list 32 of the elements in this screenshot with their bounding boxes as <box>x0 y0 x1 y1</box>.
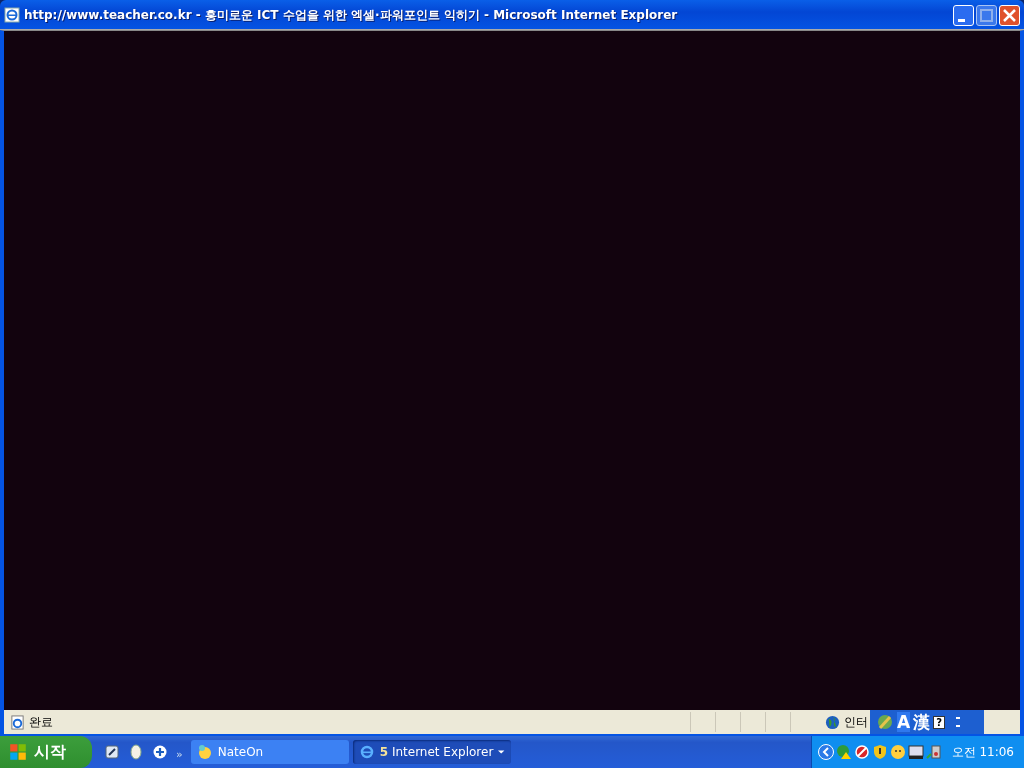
hanja-button[interactable]: 漢 <box>913 710 931 734</box>
notepad-icon[interactable] <box>104 744 120 760</box>
maximize-button[interactable] <box>976 4 997 26</box>
monitor-icon[interactable] <box>907 744 924 760</box>
browser-icon <box>358 744 375 760</box>
egg-icon[interactable] <box>128 744 144 760</box>
input-mode-button[interactable]: A <box>897 712 911 732</box>
clock: 오전 11:06 <box>951 743 1014 761</box>
warning-icon[interactable] <box>835 744 852 760</box>
window-title: http://www.teacher.co.kr - 흥미로운 ICT 수업을 위한 엑셀·파워포인트 익히기 - Microsoft Internet Explorer <box>24 6 679 24</box>
plus-circle-icon[interactable] <box>152 744 168 760</box>
close-icon <box>1003 8 1016 22</box>
taskbar-button[interactable]: 5 Internet Explorer <box>352 740 511 764</box>
close-button[interactable] <box>999 4 1020 26</box>
help-button[interactable]: ? <box>933 715 945 729</box>
status-text: 완료 <box>29 713 54 731</box>
windows-logo-icon <box>8 742 28 762</box>
page-icon <box>10 714 25 730</box>
maximize-icon <box>980 8 993 22</box>
taskbar-button[interactable]: NateOn <box>190 740 349 764</box>
start-button[interactable]: 시작 <box>0 736 92 768</box>
chevron-left-icon[interactable] <box>817 744 834 760</box>
browser-icon <box>4 7 20 23</box>
caret-icon <box>498 750 505 754</box>
shield-icon[interactable] <box>871 744 888 760</box>
options-icon[interactable] <box>954 715 962 729</box>
prohibited-icon[interactable] <box>853 744 870 760</box>
zone-text: 인터 <box>844 713 868 731</box>
minimize-button[interactable] <box>953 4 974 26</box>
globe-icon <box>825 714 840 730</box>
minimize-icon <box>958 18 965 22</box>
more-button[interactable]: » <box>176 747 183 761</box>
